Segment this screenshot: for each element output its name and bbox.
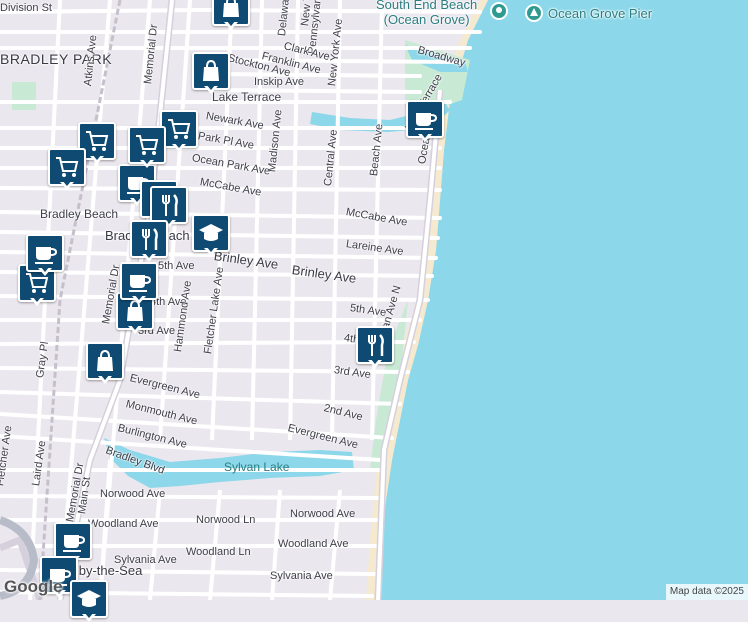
street-woodland-w: Woodland Ave (88, 518, 159, 530)
cafe-marker[interactable] (26, 234, 64, 276)
park-west (12, 82, 36, 110)
tree-icon (530, 8, 538, 16)
shopping-cart-icon (86, 131, 109, 151)
beach-poi-icon[interactable] (490, 2, 508, 20)
school-marker[interactable] (70, 580, 108, 622)
cafe-marker[interactable] (406, 100, 444, 142)
poi-south-end-beach[interactable]: South End Beach (Ocean Grove) (376, 0, 477, 27)
graduation-cap-icon (77, 590, 101, 607)
restaurant-marker[interactable] (130, 220, 168, 262)
restaurant-marker[interactable] (356, 326, 394, 368)
pier-poi-icon[interactable] (525, 4, 543, 22)
street-sylvania-w: Sylvania Ave (114, 554, 177, 566)
shopping-bag-icon (97, 349, 113, 371)
shopping-marker[interactable] (192, 52, 230, 94)
fork-knife-icon (162, 194, 178, 216)
cafe-marker[interactable] (120, 262, 158, 304)
street-woodland-e: Woodland Ave (278, 538, 349, 550)
coffee-cup-icon (415, 113, 438, 130)
shopping-cart-icon (168, 119, 191, 139)
street-sylvania-e: Sylvania Ave (270, 570, 333, 582)
cart-marker[interactable] (48, 148, 86, 190)
shopping-bag-icon (223, 0, 239, 17)
street-norwood-w: Norwood Ave (100, 488, 166, 500)
shopping-cart-icon (136, 135, 159, 155)
street-inskip: Inskip Ave (254, 76, 304, 88)
shopping-bag-icon (203, 59, 219, 81)
shopping-marker[interactable] (212, 0, 250, 30)
station-bradley-beach: Bradley Beach (40, 207, 119, 221)
fork-knife-icon (142, 228, 158, 250)
coffee-cup-icon (63, 535, 86, 552)
coffee-cup-icon (129, 275, 152, 292)
fork-knife-icon (368, 334, 384, 356)
graduation-cap-icon (199, 224, 223, 241)
shopping-cart-icon (56, 157, 79, 177)
map-attribution[interactable]: Map data ©2025 (665, 584, 748, 600)
poi-ocean-grove-pier[interactable]: Ocean Grove Pier (548, 6, 652, 21)
cart-marker[interactable] (128, 126, 166, 168)
street-norwood-ln: Norwood Ln (196, 514, 256, 526)
coffee-cup-icon (35, 247, 58, 264)
street-norwood-e: Norwood Ave (290, 508, 356, 520)
school-marker[interactable] (192, 214, 230, 256)
pin-icon (496, 7, 502, 13)
street-woodland-ln: Woodland Ln (186, 546, 251, 558)
shopping-marker[interactable] (86, 342, 124, 384)
street-division: Division St (0, 2, 52, 14)
lake-label: Sylvan Lake (224, 460, 290, 474)
google-logo: Google (4, 577, 63, 596)
